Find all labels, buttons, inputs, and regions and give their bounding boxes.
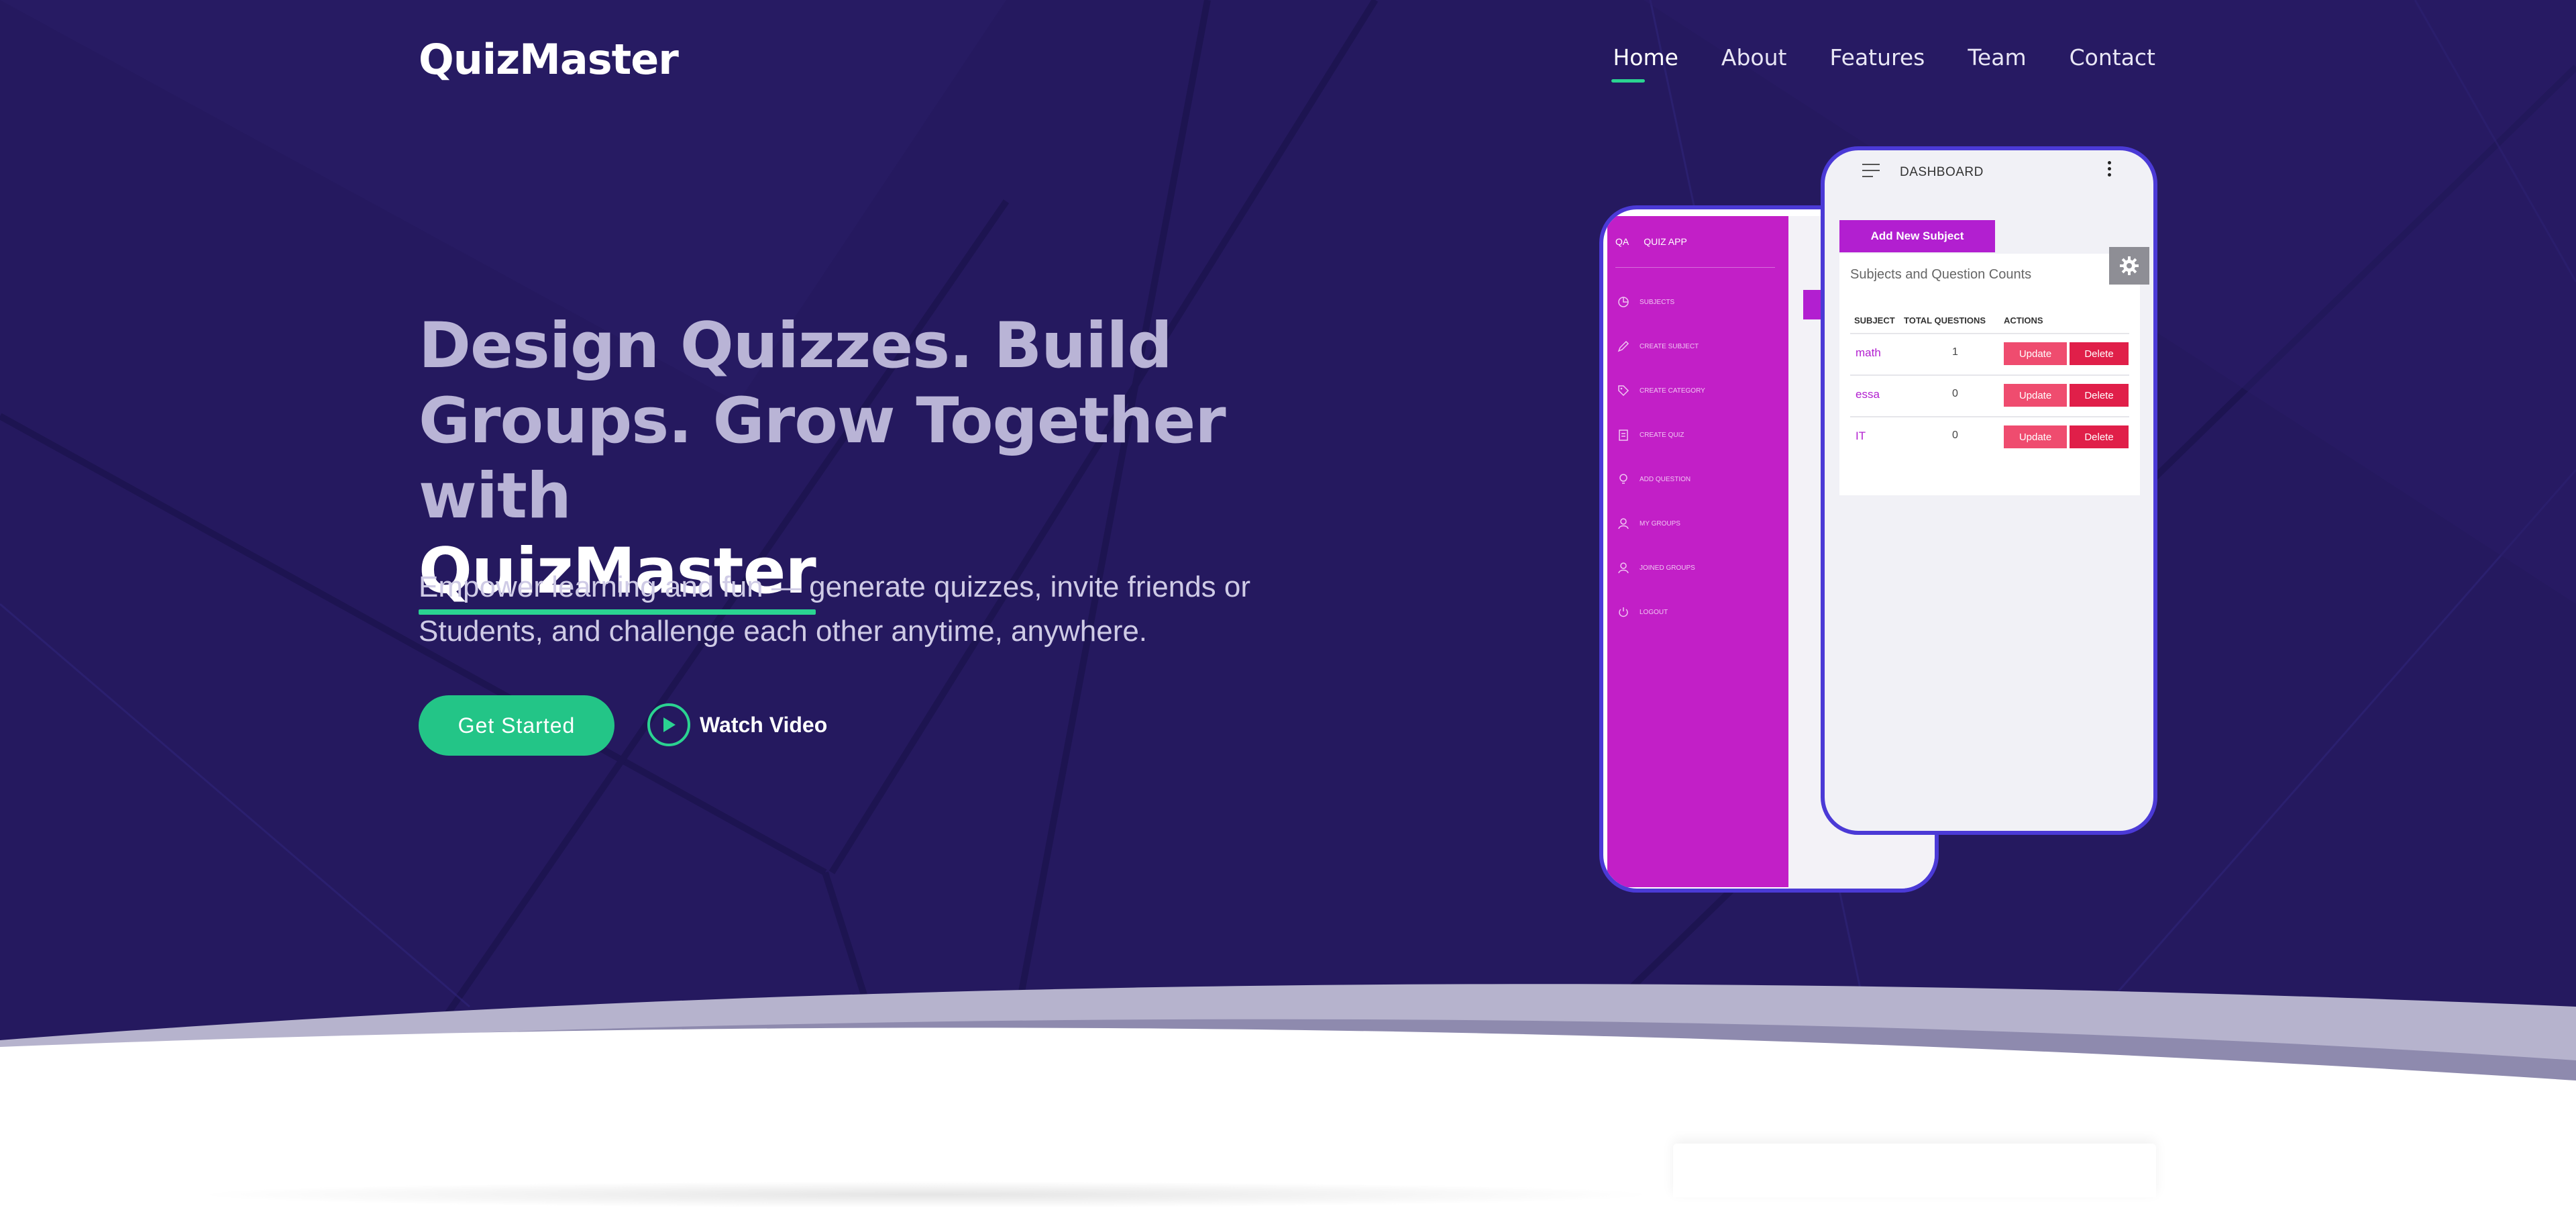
update-button[interactable]: Update [2004,342,2067,365]
row-subject[interactable]: IT [1856,430,1866,443]
nav-team[interactable]: Team [1968,44,2026,70]
nav-features[interactable]: Features [1829,44,1925,70]
more-vertical-icon[interactable] [2108,161,2112,179]
table-divider [1850,333,2129,334]
clipboard-icon [1619,430,1628,441]
site-logo[interactable]: QuizMaster [419,35,679,84]
chart-icon [1618,297,1629,307]
subjects-card: Subjects and Question Counts SUBJECT TOT… [1839,254,2140,495]
mockup-app-abbr: QA [1615,236,1629,247]
hero-subtitle: Empower learning and fun — generate quiz… [419,570,1251,648]
nav-home[interactable]: Home [1611,44,1678,83]
gear-icon [2120,256,2139,275]
table-divider [1850,416,2129,417]
sidebar-item-create-subject[interactable]: CREATE SUBJECT [1617,340,1699,353]
next-section-card [1673,1144,2156,1197]
row-subject[interactable]: essa [1856,388,1880,401]
user-icon [1618,562,1629,574]
sidebar-item-label: ADD QUESTION [1640,475,1691,483]
mockup-app-name: QUIZ APP [1644,236,1687,247]
mockup-app-brand: QA QUIZ APP [1615,236,1687,247]
bulb-icon [1619,474,1627,484]
tag-icon [1618,385,1629,397]
watch-video-button[interactable]: Watch Video [647,703,827,746]
pencil-icon [1617,340,1629,352]
table-divider [1850,374,2129,376]
sidebar-item-label: LOGOUT [1640,608,1668,616]
get-started-button[interactable]: Get Started [419,695,614,756]
update-button[interactable]: Update [2004,425,2067,448]
nav-contact[interactable]: Contact [2070,44,2155,70]
user-icon [1618,518,1629,530]
sidebar-item-create-quiz[interactable]: CREATE QUIZ [1617,428,1684,442]
sidebar-item-label: MY GROUPS [1640,519,1680,527]
hamburger-icon[interactable] [1862,164,1880,182]
phone-mockup-dashboard: DASHBOARD Add New Subject Subjects and Q… [1821,146,2157,835]
sidebar-item-label: SUBJECTS [1640,298,1675,306]
col-total-questions: TOTAL QUESTIONS [1904,315,1986,325]
sidebar-item-label: CREATE CATEGORY [1640,387,1705,395]
sidebar-item-add-question[interactable]: ADD QUESTION [1617,472,1690,486]
sidebar-item-logout[interactable]: LOGOUT [1617,605,1668,619]
delete-button[interactable]: Delete [2070,342,2129,365]
sidebar-item-create-category[interactable]: CREATE CATEGORY [1617,384,1705,397]
power-icon [1619,607,1628,617]
row-count: 0 [1952,388,1958,399]
hero-headline: Design Quizzes. Build Groups. Grow Toget… [419,309,1318,615]
add-new-subject-button[interactable]: Add New Subject [1839,220,1995,252]
play-icon [647,703,690,746]
sidebar-item-label: CREATE SUBJECT [1640,342,1699,350]
row-subject[interactable]: math [1856,346,1881,360]
mockup-topbar: DASHBOARD [1825,150,2153,199]
nav-about[interactable]: About [1721,44,1787,70]
mockup-sidebar: QA QUIZ APP SUBJECTS CREATE SUBJECT CREA… [1607,216,1788,887]
hero-wave [0,984,2576,1101]
sidebar-item-my-groups[interactable]: MY GROUPS [1617,517,1680,530]
col-subject: SUBJECT [1854,315,1895,325]
row-count: 1 [1952,346,1958,358]
headline-text: Design Quizzes. Build Groups. Grow Toget… [419,309,1226,533]
delete-button[interactable]: Delete [2070,384,2129,407]
sidebar-item-label: CREATE QUIZ [1640,431,1684,439]
section-shadow [188,1181,1664,1208]
mockup-dashboard-title: DASHBOARD [1900,165,1984,179]
sidebar-item-joined-groups[interactable]: JOINED GROUPS [1617,561,1695,574]
sidebar-item-subjects[interactable]: SUBJECTS [1617,295,1674,309]
sidebar-divider [1615,267,1775,268]
watch-video-label: Watch Video [700,712,828,737]
col-actions: ACTIONS [2004,315,2043,325]
card-title: Subjects and Question Counts [1850,267,2032,282]
main-nav: Home About Features Team Contact [1611,44,2155,83]
sidebar-item-label: JOINED GROUPS [1640,564,1695,572]
update-button[interactable]: Update [2004,384,2067,407]
settings-button[interactable] [2109,247,2149,285]
row-count: 0 [1952,430,1958,441]
delete-button[interactable]: Delete [2070,425,2129,448]
